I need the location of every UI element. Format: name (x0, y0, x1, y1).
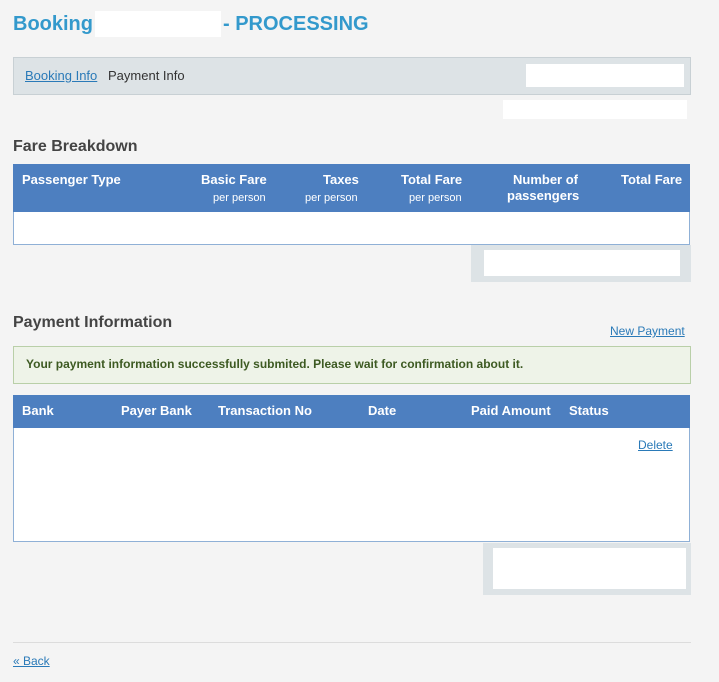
col-passenger-type: Passenger Type (22, 172, 121, 187)
payment-total-box (483, 543, 691, 595)
payment-table-row (22, 434, 620, 533)
fare-breakdown-heading: Fare Breakdown (13, 138, 138, 155)
booking-code-redacted (95, 11, 221, 37)
tab-payment-info: Payment Info (108, 68, 185, 83)
col-basic-fare-sub: per person (213, 192, 266, 204)
payment-table-header: Bank Payer Bank Transaction No Date Paid… (13, 395, 690, 428)
col-bank: Bank (22, 403, 54, 418)
title-status: - PROCESSING (223, 13, 369, 35)
fare-table-header: Passenger Type Basic Fare per person Tax… (13, 164, 690, 212)
col-basic-fare: Basic Fare (201, 172, 267, 187)
tab-bar: Booking Info Payment Info (13, 57, 691, 95)
col-transaction-no: Transaction No (218, 403, 312, 418)
col-status: Status (569, 403, 609, 418)
header-blank-field (503, 100, 687, 119)
back-link[interactable]: « Back (13, 654, 50, 668)
col-num-passengers-line1: Number of (513, 172, 578, 187)
tab-booking-info[interactable]: Booking Info (25, 68, 97, 83)
fare-table-row (19, 216, 687, 237)
title-prefix: Booking (13, 13, 93, 35)
fare-total-value (484, 250, 680, 276)
success-message-text: Your payment information successfully su… (26, 357, 524, 371)
col-total-fare: Total Fare (621, 172, 683, 187)
payment-total-value (493, 548, 686, 589)
tab-bar-blank-field (526, 64, 684, 87)
new-payment-link[interactable]: New Payment (610, 324, 685, 338)
col-total-fare-pp-sub: per person (409, 192, 462, 204)
delete-payment-link[interactable]: Delete (638, 438, 673, 452)
payment-table-body: Delete (13, 428, 690, 542)
payment-info-heading: Payment Information (13, 314, 173, 331)
col-date: Date (368, 403, 397, 418)
page-title: Booking - PROCESSING (13, 11, 369, 37)
fare-total-box (471, 245, 691, 282)
col-num-passengers-line2: passengers (507, 188, 580, 203)
col-taxes-sub: per person (305, 192, 358, 204)
col-payer-bank: Payer Bank (121, 403, 192, 418)
fare-table-body (13, 212, 690, 245)
col-taxes: Taxes (323, 172, 359, 187)
success-message: Your payment information successfully su… (13, 346, 691, 384)
col-paid-amount: Paid Amount (471, 403, 551, 418)
footer-divider (13, 642, 691, 643)
col-total-fare-pp: Total Fare (401, 172, 463, 187)
